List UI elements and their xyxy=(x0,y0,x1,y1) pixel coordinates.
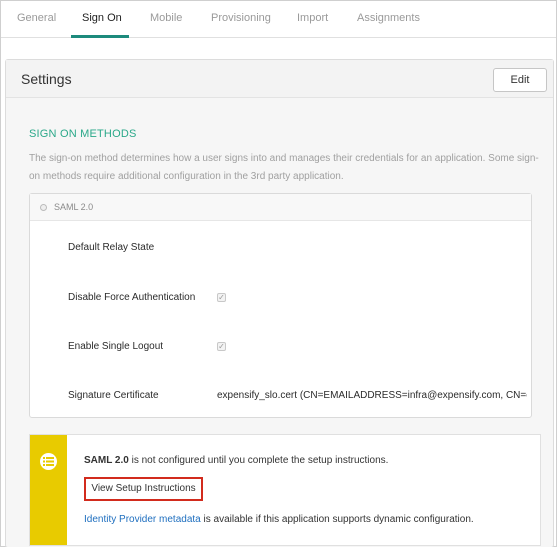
radio-icon xyxy=(40,204,47,211)
notice-message-text: is not configured until you complete the… xyxy=(128,455,389,466)
settings-panel: Settings Edit SIGN ON METHODS The sign-o… xyxy=(5,59,554,547)
notice-footer: Identity Provider metadata is available … xyxy=(84,514,474,525)
checkmark-icon: ✓ xyxy=(218,293,225,302)
enable-single-logout-label: Enable Single Logout xyxy=(68,341,164,352)
active-tab-indicator xyxy=(71,35,129,38)
tab-general[interactable]: General xyxy=(17,12,56,24)
tab-import[interactable]: Import xyxy=(297,12,328,24)
tab-bar: General Sign On Mobile Provisioning Impo… xyxy=(1,1,556,38)
saml-config-box: SAML 2.0 Default Relay State Disable For… xyxy=(29,193,532,418)
tab-provisioning[interactable]: Provisioning xyxy=(211,12,271,24)
setup-notice: SAML 2.0 is not configured until you com… xyxy=(29,434,541,546)
notice-stripe xyxy=(30,435,67,545)
signature-certificate-value: expensify_slo.cert (CN=EMAILADDRESS=infr… xyxy=(217,390,527,401)
settings-title: Settings xyxy=(21,71,72,87)
saml-header-label: SAML 2.0 xyxy=(54,202,94,212)
default-relay-state-label: Default Relay State xyxy=(68,242,155,253)
notice-message: SAML 2.0 is not configured until you com… xyxy=(84,455,388,466)
checkmark-icon: ✓ xyxy=(218,342,225,351)
edit-button[interactable]: Edit xyxy=(493,68,547,92)
disable-force-auth-label: Disable Force Authentication xyxy=(68,292,196,303)
notice-footer-text: is available if this application support… xyxy=(200,514,474,525)
sign-on-methods-title: SIGN ON METHODS xyxy=(29,128,137,140)
saml-header: SAML 2.0 xyxy=(30,194,531,221)
list-icon xyxy=(40,453,57,470)
tab-sign-on[interactable]: Sign On xyxy=(82,12,122,24)
sign-on-methods-description: The sign-on method determines how a user… xyxy=(29,153,539,182)
disable-force-auth-checkbox: ✓ xyxy=(217,293,226,302)
tab-mobile[interactable]: Mobile xyxy=(150,12,182,24)
view-setup-instructions-button[interactable]: View Setup Instructions xyxy=(84,477,203,501)
app-frame: General Sign On Mobile Provisioning Impo… xyxy=(0,0,557,547)
settings-header: Settings Edit xyxy=(6,60,553,98)
tab-assignments[interactable]: Assignments xyxy=(357,12,420,24)
identity-provider-metadata-link[interactable]: Identity Provider metadata xyxy=(84,514,201,525)
notice-strong: SAML 2.0 xyxy=(84,455,129,466)
enable-single-logout-checkbox: ✓ xyxy=(217,342,226,351)
signature-certificate-label: Signature Certificate xyxy=(68,390,159,401)
